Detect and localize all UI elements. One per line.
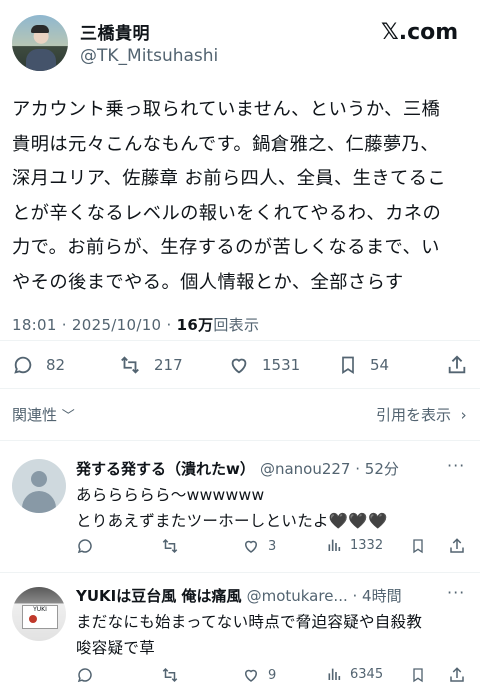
reply-count: 82 xyxy=(46,356,66,374)
reply-icon xyxy=(14,356,32,374)
heart-icon xyxy=(244,540,258,553)
divider xyxy=(0,440,480,441)
heart-icon xyxy=(244,669,258,682)
retweet-icon xyxy=(162,667,178,683)
retweet-icon xyxy=(121,356,139,374)
retweet-icon xyxy=(162,538,178,554)
like-count: 1531 xyxy=(262,356,301,374)
like-count: 3 xyxy=(268,538,277,554)
chevron-down-icon: ﹀ xyxy=(61,409,75,424)
share-icon xyxy=(450,667,464,682)
divider xyxy=(0,572,480,573)
tweet-timestamp: 18:01 · 2025/10/10 · xyxy=(12,316,177,334)
reply-text: あららららら〜wwwwww とりあえずまたツーホーしといたよ🖤🖤🖤 xyxy=(76,486,388,530)
share-icon xyxy=(450,538,464,553)
views-button[interactable]: 6345 xyxy=(326,666,383,682)
reply-header: 発する発する（潰れたw） @nanou227 · 52分 xyxy=(76,458,399,479)
reply-author-handle[interactable]: @nanou227 · 52分 xyxy=(260,460,399,478)
reply-avatar[interactable] xyxy=(12,459,66,513)
author-avatar[interactable] xyxy=(12,15,68,71)
retweet-button[interactable] xyxy=(160,537,188,555)
author-name[interactable]: 三橋貴明 xyxy=(80,19,150,44)
reply-author-name[interactable]: YUKIは豆台風 俺は痛風 xyxy=(76,587,241,605)
reply-button[interactable] xyxy=(76,666,102,684)
related-label: 関連性 xyxy=(12,406,58,424)
tweet-meta: 18:01 · 2025/10/10 · 16万回表示 xyxy=(12,314,259,335)
views-label: 回表示 xyxy=(213,316,260,334)
reply-button[interactable] xyxy=(76,537,102,555)
views-button[interactable]: 1332 xyxy=(326,537,383,553)
retweet-count: 217 xyxy=(154,356,183,374)
divider xyxy=(0,340,480,341)
like-button[interactable]: 1531 xyxy=(228,354,300,376)
retweet-button[interactable]: 217 xyxy=(118,354,183,376)
views-icon xyxy=(328,539,341,551)
reply-author-name[interactable]: 発する発する（潰れたw） xyxy=(76,460,255,478)
reply-text: まだなにも始まってない時点で脅迫容疑や自殺教 唆容疑で草 xyxy=(76,613,423,657)
tweet-text: アカウント乗っ取られていません、というか、三橋 貴明は元々こんなもんです。鍋倉雅… xyxy=(12,99,447,293)
bookmark-icon xyxy=(413,668,423,683)
like-button[interactable]: 9 xyxy=(242,666,276,684)
bookmark-button[interactable] xyxy=(410,666,426,684)
views-count: 6345 xyxy=(350,666,384,682)
author-handle[interactable]: @TK_Mitsuhashi xyxy=(80,46,218,66)
share-button[interactable] xyxy=(448,537,466,555)
quotes-label: 引用を表示 xyxy=(376,406,452,424)
bookmark-button[interactable] xyxy=(410,537,426,555)
share-button[interactable] xyxy=(446,354,468,376)
retweet-button[interactable] xyxy=(160,666,188,684)
bookmark-icon xyxy=(413,539,423,554)
reply-avatar[interactable]: YUKI xyxy=(12,587,66,641)
reply-icon xyxy=(77,668,92,683)
view-quotes-link[interactable]: 引用を表示 › xyxy=(376,404,467,425)
share-button[interactable] xyxy=(448,666,466,684)
views-count: 16万 xyxy=(176,316,214,334)
reply-button[interactable]: 82 xyxy=(12,354,65,376)
chevron-right-icon: › xyxy=(455,406,467,424)
bookmark-button[interactable]: 54 xyxy=(338,354,389,376)
bookmark-count: 54 xyxy=(370,356,390,374)
bookmark-icon xyxy=(342,356,354,375)
sort-related-dropdown[interactable]: 関連性 ﹀ xyxy=(12,404,75,425)
like-count: 9 xyxy=(268,667,277,683)
x-logo: 𝕏.com xyxy=(381,20,459,45)
more-options-icon[interactable]: ··· xyxy=(447,583,465,602)
like-button[interactable]: 3 xyxy=(242,537,276,555)
reply-header: YUKIは豆台風 俺は痛風 @motukare... · 4時間 xyxy=(76,585,402,606)
divider xyxy=(0,388,480,389)
views-count: 1332 xyxy=(350,537,384,553)
heart-icon xyxy=(231,358,247,374)
reply-icon xyxy=(77,539,92,554)
share-icon xyxy=(448,355,466,374)
reply-author-handle[interactable]: @motukare... · 4時間 xyxy=(247,587,402,605)
more-options-icon[interactable]: ··· xyxy=(447,456,465,475)
views-icon xyxy=(328,668,341,680)
